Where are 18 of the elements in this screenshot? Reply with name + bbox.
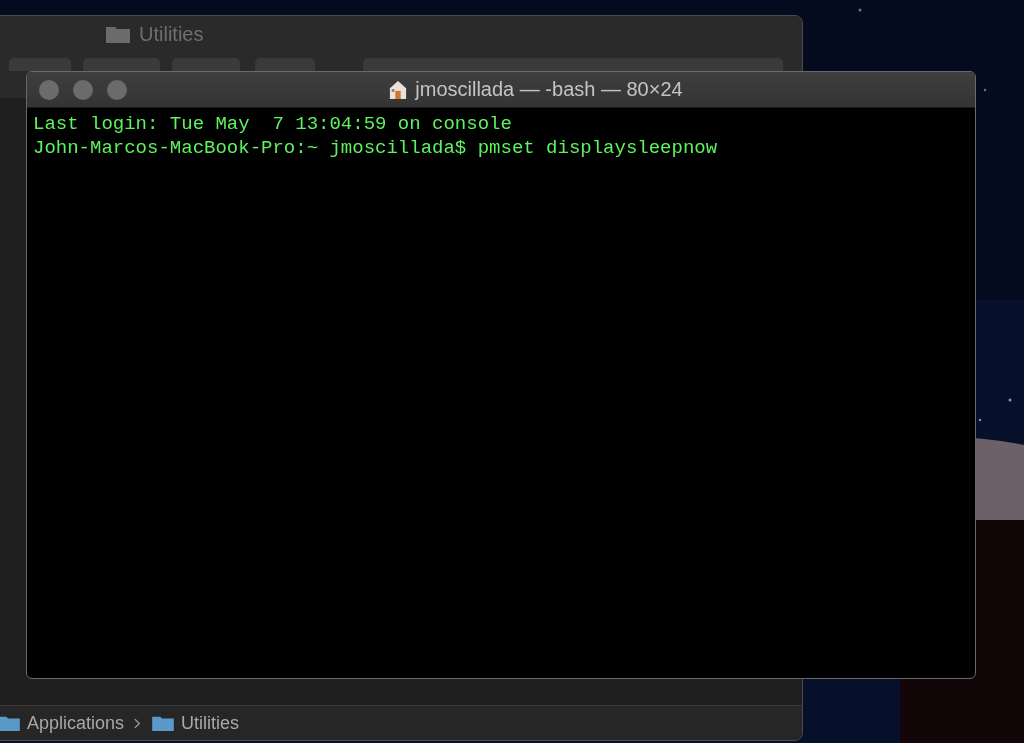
terminal-line: John-Marcos-MacBook-Pro:~ jmoscillada$ pmset displaysleepnow — [33, 136, 718, 160]
window-title: jmoscillada — -bash — 80×24 — [415, 78, 683, 101]
close-button[interactable] — [39, 80, 59, 100]
path-item[interactable]: Applications — [27, 712, 125, 734]
toolbar-button[interactable] — [255, 58, 315, 71]
zoom-button[interactable] — [107, 80, 127, 100]
folder-icon — [0, 714, 21, 732]
window-title: Utilities — [139, 22, 204, 46]
folder-icon — [151, 714, 176, 732]
chevron-icon — [134, 717, 142, 729]
minimize-button[interactable] — [73, 80, 93, 100]
house-icon — [389, 79, 408, 100]
toolbar-button[interactable] — [172, 58, 240, 71]
terminal-line: Last login: Tue May 7 13:04:59 on console — [33, 112, 512, 136]
toolbar-button[interactable] — [9, 58, 71, 71]
folder-icon — [105, 24, 131, 44]
path-item[interactable]: Utilities — [181, 712, 240, 734]
toolbar-button[interactable] — [83, 58, 160, 71]
